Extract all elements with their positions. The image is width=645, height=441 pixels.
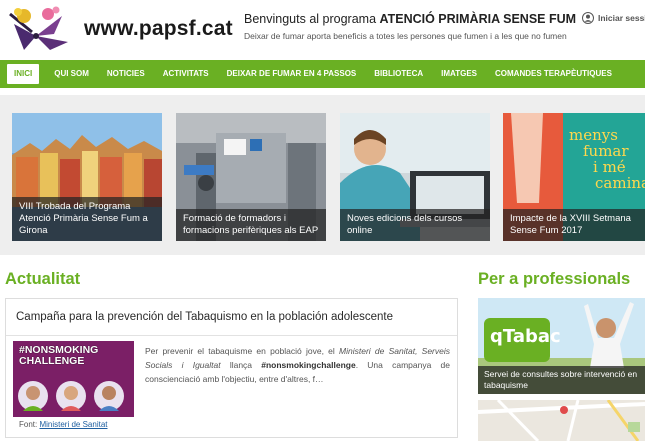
slide-caption: VIII Trobada del Programa Atenció Primàr…	[12, 197, 162, 241]
qtabac-logo: qTabac	[490, 326, 561, 347]
map-thumbnail	[478, 400, 645, 441]
carousel-slide-cursos[interactable]: Noves edicions dels cursos online	[340, 113, 490, 241]
news-card[interactable]: Campaña para la prevención del Tabaquism…	[5, 298, 458, 438]
tagline: Deixar de fumar aporta beneficis a totes…	[244, 31, 567, 41]
carousel-slide-formacio[interactable]: Formació de formadors i formacions perif…	[176, 113, 326, 241]
map-card[interactable]	[478, 400, 645, 441]
pro-card-caption: Servei de consultes sobre intervenció en…	[478, 366, 645, 394]
nav-item-qui-som[interactable]: QUI SOM	[45, 60, 98, 88]
user-icon	[582, 12, 594, 24]
poster-line: i mé	[593, 158, 626, 176]
actualitat-heading: Actualitat	[5, 270, 81, 288]
excerpt-part: llança	[220, 360, 262, 370]
welcome-message: Benvinguts al programa ATENCIÓ PRIMÀRIA …	[244, 12, 576, 26]
challenge-faces-icon	[18, 381, 124, 411]
site-header: www.papsf.cat Benvinguts al programa ATE…	[0, 0, 645, 58]
news-excerpt: Per prevenir el tabaquisme en població j…	[145, 344, 450, 386]
papsf-logo-icon[interactable]	[6, 6, 76, 56]
source-label: Font:	[19, 420, 38, 429]
news-source: Font: Ministeri de Sanitat	[19, 420, 108, 429]
nav-item-deixar-de-fumar[interactable]: DEIXAR DE FUMAR EN 4 PASSOS	[218, 60, 366, 88]
news-divider	[6, 335, 457, 336]
nav-item-biblioteca[interactable]: BIBLIOTECA	[365, 60, 432, 88]
poster-line: fumar	[583, 142, 629, 160]
carousel-slide-girona[interactable]: VIII Trobada del Programa Atenció Primàr…	[12, 113, 162, 241]
nav-item-noticies[interactable]: NOTICIES	[98, 60, 154, 88]
login-link[interactable]: Iniciar sessió	[582, 12, 645, 24]
slide-caption: Impacte de la XVIII Setmana Sense Fum 20…	[503, 209, 645, 241]
excerpt-hashtag: #nonsmokingchallenge	[261, 360, 356, 370]
poster-line: camina	[595, 174, 645, 192]
site-name[interactable]: www.papsf.cat	[84, 17, 233, 41]
news-thumbnail[interactable]: #NONSMOKING CHALLENGE	[13, 341, 134, 417]
login-label: Iniciar sessió	[598, 13, 645, 23]
welcome-prefix: Benvinguts al programa	[244, 12, 377, 26]
poster-line: menys	[569, 126, 618, 144]
poster-text: menys fumar i mé camina	[569, 127, 645, 191]
slide-caption: Formació de formadors i formacions perif…	[176, 209, 326, 241]
source-link[interactable]: Ministeri de Sanitat	[39, 420, 107, 429]
slide-caption: Noves edicions dels cursos online	[340, 209, 490, 241]
program-name: ATENCIÓ PRIMÀRIA SENSE FUM	[379, 12, 577, 26]
qtabac-card[interactable]: qTabac Servei de consultes sobre interve…	[478, 298, 645, 394]
nav-item-comandes[interactable]: COMANDES TERAPÈUTIQUES	[486, 60, 621, 88]
nav-item-activitats[interactable]: ACTIVITATS	[154, 60, 218, 88]
nav-item-inici[interactable]: INICI	[7, 64, 40, 84]
professionals-heading: Per a professionals	[478, 270, 631, 288]
nav-item-imatges[interactable]: IMATGES	[432, 60, 486, 88]
carousel-slide-setmana[interactable]: menys fumar i mé camina Impacte de la XV…	[503, 113, 645, 241]
excerpt-part: Per prevenir el tabaquisme en població j…	[145, 346, 340, 356]
main-nav: INICI QUI SOM NOTICIES ACTIVITATS DEIXAR…	[0, 60, 645, 88]
news-title[interactable]: Campaña para la prevención del Tabaquism…	[16, 311, 393, 323]
